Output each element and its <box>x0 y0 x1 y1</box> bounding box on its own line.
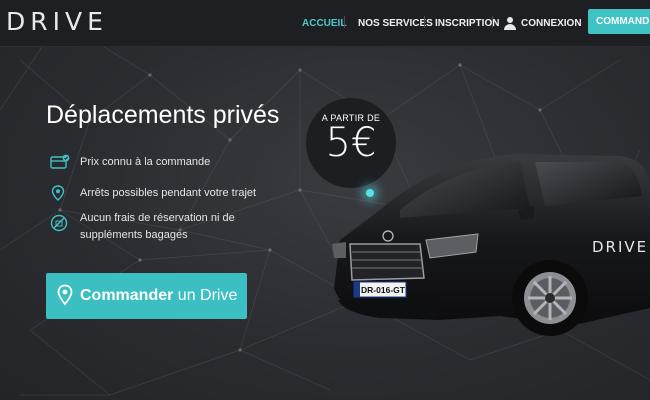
page: DRIVE ACCUEIL NOS SERVICES INSCRIPTION C… <box>0 0 650 400</box>
commander-drive-button[interactable]: Commander un Drive <box>46 273 247 319</box>
nav-inscription-label[interactable]: INSCRIPTION <box>435 18 499 29</box>
feature-text: Prix connu à la commande <box>80 156 211 168</box>
location-pin-icon <box>51 185 65 201</box>
nav-separator <box>424 16 425 28</box>
commander-nav-button[interactable]: COMMANDER <box>588 9 650 34</box>
feature-text-line1: Aucun frais de réservation ni de <box>80 212 235 224</box>
nav-separator <box>344 16 345 28</box>
cta-label-strong: Commander <box>80 287 174 304</box>
nav-item-nos-services[interactable]: NOS SERVICES <box>358 0 433 46</box>
card-icon <box>50 154 70 169</box>
car-door-logo: DRIVE <box>592 238 648 256</box>
top-navbar: DRIVE ACCUEIL NOS SERVICES INSCRIPTION C… <box>0 0 650 47</box>
feature-text: Arrêts possibles pendant votre trajet <box>80 187 257 199</box>
drive-logo[interactable]: DRIVE <box>6 7 108 36</box>
nav-separator <box>492 16 493 28</box>
no-fee-icon <box>50 214 68 232</box>
nav-item-connexion[interactable]: CONNEXION <box>504 0 582 46</box>
cta-label: Commander un Drive <box>80 287 237 305</box>
nav-accueil-label[interactable]: ACCUEIL <box>302 18 346 29</box>
nav-item-accueil[interactable]: ACCUEIL <box>302 0 346 46</box>
feature-text-line2: suppléments bagages <box>80 229 188 241</box>
user-icon <box>504 16 516 30</box>
nav-nos-services-label[interactable]: NOS SERVICES <box>358 18 433 29</box>
license-plate-text: DR-016-GT <box>361 285 406 295</box>
car-image: DR-016-GT DRIVE <box>332 154 650 336</box>
cta-label-rest: un Drive <box>173 287 238 304</box>
nav-connexion-label[interactable]: CONNEXION <box>521 18 582 29</box>
hero-title: Déplacements privés <box>46 101 280 129</box>
location-pin-icon <box>57 284 73 306</box>
nav-item-inscription[interactable]: INSCRIPTION <box>435 0 499 46</box>
